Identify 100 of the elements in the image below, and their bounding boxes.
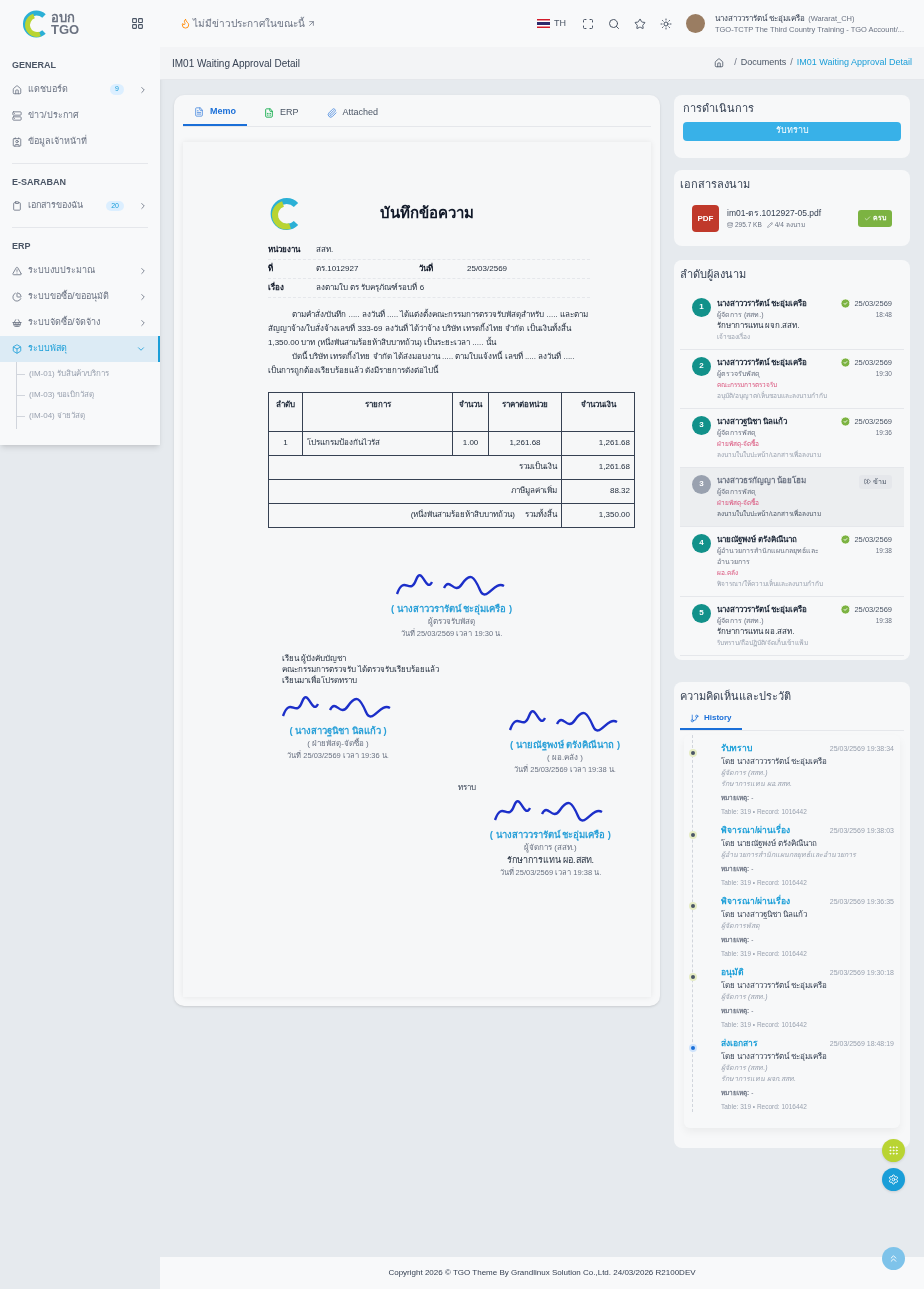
home-icon[interactable] <box>714 58 725 68</box>
field-label: เรื่อง <box>268 281 285 294</box>
memo-paragraph: ตามคำสั่ง/บันทึก ..... ลงวันที่ ..... ได้แต่งตั้งคณะกรรมการตรวจรับพัสดุสำหรับ ..... และตามสัญญาจ้าง/ใบสั่งจ้างเลขที่ 333-69 ลงวันที่ ได้ว่าจ้าง บริษัท เทรดกิ้งไทย จำกัด เป็นเงินทั้งสิ้น 1,350.00 บาท (หนึ่งพันสามร้อยห้าสิบบาทถ้วน) เป็นระยะเวลา ..... นั้น <box>268 308 589 349</box>
breadcrumb-link[interactable]: IM01 Waiting Approval Detail <box>796 56 912 70</box>
search-icon[interactable] <box>607 17 620 30</box>
breadcrumb-separator: / <box>734 56 737 70</box>
history-action: อนุมัติ <box>721 967 744 978</box>
total-label: รวมทั้งสิ้น <box>525 510 557 519</box>
signer-name: ( นางสาววรารัตน์ ชะอุ่มเครือ ) <box>489 827 611 842</box>
field-label: หน่วยงาน <box>268 243 302 256</box>
tab[interactable]: Memo <box>183 105 247 126</box>
signer-acting: รักษาการแทน ผจก.สสท. <box>717 319 801 331</box>
history-action: รับทราบ <box>721 743 752 754</box>
fullscreen-icon[interactable] <box>581 17 594 30</box>
check-circle-icon <box>840 603 852 615</box>
signer-name: นางสาวธรกัญญา น้อยโฮม <box>717 474 808 486</box>
column-header: จำนวน <box>452 392 489 431</box>
signer-acting: รักษาการแทน ผอ.สสท. <box>506 853 595 867</box>
user-avatar[interactable] <box>685 14 705 33</box>
language-selector[interactable]: TH <box>553 16 566 31</box>
breadcrumb-separator: / <box>790 56 793 70</box>
grid-icon <box>888 1145 899 1156</box>
history-author: โดย นางสาววรารัตน์ ชะอุ่มเครือ <box>721 1051 829 1062</box>
external-link-icon[interactable] <box>307 19 316 28</box>
check-icon <box>864 215 871 222</box>
file-name[interactable]: im01-ตร.1012927-05.pdf <box>727 207 850 220</box>
signer-name: นางสาววรารัตน์ ชะอุ่มเครือ <box>717 356 809 368</box>
step-number: 2 <box>692 356 711 376</box>
apps-icon[interactable] <box>131 17 144 30</box>
tab-icon <box>690 713 699 723</box>
tab[interactable]: History <box>680 712 742 730</box>
scroll-top-button[interactable] <box>882 1247 905 1270</box>
letter-line: เรียนมาเพื่อโปรดทราบ <box>282 675 358 686</box>
tab-icon <box>326 107 337 118</box>
memo-paragraph: บัดนี้ บริษัท เทรดกิ้งไทย จำกัด ได้ส่งมอบงาน ..... ตามใบแจ้งหนี้ เลขที่ ..... ลงวันที่ ..... เป็นการถูกต้องเรียบร้อยแล้ว ดังมีรายการดังต่อไปนี้ <box>268 350 576 378</box>
breadcrumb-link[interactable]: Documents <box>740 56 787 70</box>
table-cell: โปรแกรมป้องกันไวรัส <box>302 431 453 455</box>
star-icon[interactable] <box>633 17 646 30</box>
step-number: 4 <box>692 533 711 553</box>
tab[interactable]: ERP <box>253 105 310 126</box>
total-label: รวมเป็นเงิน <box>519 462 557 471</box>
step-number: 5 <box>692 603 711 623</box>
sidebar-item[interactable]: ข่าว/ประกาศ <box>0 102 160 129</box>
fast-forward-icon <box>864 478 871 486</box>
section-title: GENERAL <box>12 59 57 72</box>
database-icon <box>727 221 733 228</box>
settings-button[interactable] <box>882 1168 905 1191</box>
tab-icon <box>194 106 204 117</box>
signer-role: ผู้ตรวจรับพัสดุ <box>428 615 475 628</box>
card-title: การดำเนินการ <box>683 101 755 116</box>
card-title: เอกสารลงนาม <box>680 176 751 192</box>
history-action: พิจารณา/ผ่านเรื่อง <box>721 896 791 907</box>
letter-line: เรียน ผู้บังคับบัญชา <box>282 653 348 664</box>
news-ticker[interactable]: ไม่มีข่าวประกาศในขณะนี้ <box>193 16 305 31</box>
field-value: ลงตามใบ ตร รับครุภัณฑ์รอบที่ 6 <box>316 281 425 294</box>
signer-name: นางสาวฐนิชา นิลแก้ว <box>717 415 789 427</box>
field-value: ตร.1012927 <box>316 262 360 275</box>
sidebar-item[interactable]: ข้อมูลเจ้าหน้าที่ <box>0 128 160 155</box>
signer-name: นางสาววรารัตน์ ชะอุ่มเครือ <box>717 603 809 615</box>
field-value: สสท. <box>316 243 334 256</box>
letter-line: คณะกรรมการตรวจรับ ได้ตรวจรับเรียบร้อยแล้ว <box>282 664 441 675</box>
signer-name: นางสาววรารัตน์ ชะอุ่มเครือ <box>717 297 809 309</box>
history-author: โดย นางสาววรารัตน์ ชะอุ่มเครือ <box>721 980 829 991</box>
section-title: E-SARABAN <box>12 175 67 189</box>
theme-icon[interactable] <box>659 17 672 30</box>
field-label: วันที่ <box>419 262 434 275</box>
signer-role: ( ฝ่ายพัสดุ-จัดซื้อ ) <box>307 738 369 751</box>
total-label: ภาษีมูลค่าเพิ่ม <box>511 486 557 495</box>
field-value: 25/03/2569 <box>467 262 508 275</box>
total-value: 1,350.00 <box>561 503 635 527</box>
submenu-item[interactable]: (IM-03) ขอเบิกวัสดุ <box>29 389 94 401</box>
submenu-item[interactable]: (IM-01) รับสินค้า/บริการ <box>29 368 110 380</box>
logo-text: TGO <box>51 23 80 36</box>
sidebar-item[interactable]: ระบบพัสดุ <box>0 335 160 362</box>
column-header: รายการ <box>302 392 453 431</box>
signer-name: ( นายณัฐพงษ์ ตรังคิณีนาถ ) <box>509 738 621 753</box>
acknowledge-text: ทราบ <box>458 781 477 794</box>
history-author: โดย นางสาวฐนิชา นิลแก้ว <box>721 909 809 920</box>
tab[interactable]: Attached <box>315 105 390 126</box>
column-header: ลำดับ <box>268 392 303 431</box>
signer-role: ( ผอ.คลัง ) <box>547 752 583 765</box>
history-author: โดย นางสาววรารัตน์ ชะอุ่มเครือ <box>721 756 829 767</box>
sidebar-item[interactable]: ระบบจัดซื้อ/จัดจ้าง <box>0 309 160 336</box>
memo-title: บันทึกข้อความ <box>380 203 474 224</box>
step-number: 1 <box>692 297 711 317</box>
table-cell: 1,261.68 <box>561 431 635 455</box>
sidebar-item[interactable]: ระบบขอซื้อ/ขออนุมัติ <box>0 283 160 310</box>
card-title: ความคิดเห็นและประวัติ <box>680 688 792 704</box>
check-circle-icon <box>840 297 852 309</box>
table-cell: 1,261.68 <box>488 431 562 455</box>
pencil-icon <box>766 221 773 228</box>
signer-name: นายณัฐพงษ์ ตรังคิณีนาถ <box>717 533 799 545</box>
sidebar-item[interactable]: ระบบงบประมาณ <box>0 257 160 284</box>
signer-name: ( นางสาววรารัตน์ ชะอุ่มเครือ ) <box>390 601 513 616</box>
pdf-icon: PDF <box>692 205 719 232</box>
flag-icon <box>536 19 550 28</box>
history-author: โดย นายณัฐพงษ์ ตรังคิณีนาถ <box>721 838 819 849</box>
settings-icon <box>888 1174 899 1185</box>
table-cell: 1.00 <box>452 431 489 455</box>
submenu-item[interactable]: (IM-04) จ่ายวัสดุ <box>29 410 85 422</box>
